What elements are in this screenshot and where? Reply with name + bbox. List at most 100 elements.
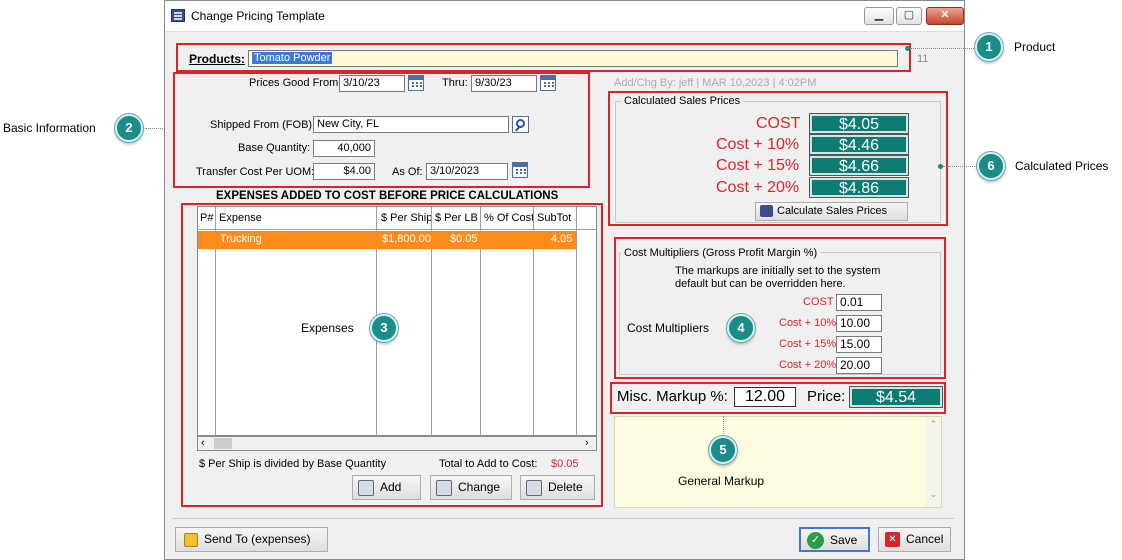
- shipped-from-label: Shipped From (FOB):: [210, 119, 316, 131]
- prices-good-from-input[interactable]: 3/10/23: [339, 75, 405, 92]
- cancel-icon: ✕: [885, 532, 900, 548]
- product-value: Tomato Powder: [252, 52, 333, 64]
- misc-markup-input[interactable]: 12.00: [734, 387, 796, 407]
- prices-good-from-label: Prices Good From:: [249, 77, 342, 89]
- change-button[interactable]: Change: [430, 475, 512, 500]
- col-header-subtot[interactable]: SubTot: [535, 207, 571, 229]
- row-subtot: 4.05: [551, 233, 573, 245]
- notes-area[interactable]: [614, 416, 942, 508]
- shipped-from-input[interactable]: New City, FL: [313, 116, 509, 133]
- mult-input-10[interactable]: 10.00: [836, 315, 882, 332]
- scroll-right-icon[interactable]: ›: [585, 437, 589, 449]
- edit-icon: [436, 479, 452, 496]
- add-button[interactable]: Add: [352, 475, 421, 500]
- callout-1-leader: [910, 48, 974, 49]
- add-label: Add: [380, 480, 402, 494]
- calc-value-cost: $4.05: [809, 113, 909, 134]
- minimize-button[interactable]: ▁: [864, 7, 894, 25]
- cost-multipliers-title: Cost Multipliers (Gross Profit Margin %): [621, 247, 821, 259]
- mult-input-20[interactable]: 20.00: [836, 357, 882, 374]
- title-bar: Change Pricing Template ▁ ▢ ✕: [165, 1, 964, 32]
- scroll-left-icon[interactable]: ‹: [201, 437, 205, 449]
- callout-label-cost-multipliers: Cost Multipliers: [627, 321, 710, 335]
- callout-3: 3: [370, 314, 398, 342]
- callout-6: 6: [977, 152, 1005, 180]
- expenses-heading: EXPENSES ADDED TO COST BEFORE PRICE CALC…: [216, 190, 559, 202]
- cancel-label: Cancel: [906, 532, 944, 546]
- app-icon: [171, 9, 185, 22]
- mult-label-10: Cost + 10%: [779, 317, 837, 329]
- callout-label-product: Product: [1014, 40, 1056, 54]
- mult-input-15[interactable]: 15.00: [836, 336, 882, 353]
- thru-label: Thru:: [442, 77, 468, 89]
- search-icon[interactable]: [512, 116, 529, 133]
- as-of-label: As Of:: [392, 166, 423, 178]
- scroll-thumb[interactable]: [214, 438, 232, 449]
- multipliers-note-1: The markups are initially set to the sys…: [675, 265, 881, 277]
- close-button[interactable]: ✕: [926, 7, 964, 25]
- thru-calendar-icon[interactable]: [540, 75, 556, 91]
- total-value: $0.05: [551, 458, 579, 470]
- col-header-expense[interactable]: Expense: [217, 207, 262, 229]
- calculate-label: Calculate Sales Prices: [777, 205, 888, 217]
- add-icon: [358, 479, 374, 496]
- send-icon: [184, 532, 198, 547]
- callout-6-leader: [943, 166, 977, 167]
- calc-value-10: $4.46: [809, 134, 909, 155]
- price-label: Price:: [807, 388, 846, 405]
- thru-input[interactable]: 9/30/23: [471, 75, 537, 92]
- calculator-icon: [760, 205, 773, 218]
- save-label: Save: [830, 533, 858, 547]
- expenses-horizontal-scrollbar[interactable]: ‹ ›: [197, 436, 597, 451]
- delete-button[interactable]: Delete: [520, 475, 595, 500]
- check-icon: ✓: [807, 532, 824, 550]
- send-to-label: Send To (expenses): [204, 532, 311, 546]
- col-header-per-ship[interactable]: $ Per Ship: [379, 207, 432, 229]
- price-value: $4.54: [849, 386, 943, 408]
- calc-label-cost: COST: [756, 115, 801, 132]
- col-header-per-lb[interactable]: $ Per LB: [433, 207, 478, 229]
- add-chg-info: Add/Chg By: jeff | MAR 10,2023 | 4:02PM: [614, 77, 817, 89]
- send-to-button[interactable]: Send To (expenses): [175, 527, 328, 552]
- transfer-cost-label: Transfer Cost Per UOM:: [196, 166, 315, 178]
- calculated-prices-title: Calculated Sales Prices: [621, 95, 744, 107]
- row-per-ship: $1,800.00: [382, 233, 431, 245]
- mult-label-15: Cost + 15%: [779, 338, 837, 350]
- callout-label-expenses: Expenses: [301, 321, 354, 335]
- col-header-p[interactable]: P#: [198, 207, 214, 229]
- products-label: Products:: [189, 52, 246, 66]
- base-quantity-label: Base Quantity:: [238, 142, 311, 154]
- mult-input-cost[interactable]: 0.01: [836, 294, 882, 311]
- callout-1: 1: [975, 33, 1003, 61]
- callout-label-general-markup: General Markup: [678, 474, 765, 488]
- calc-value-20: $4.86: [809, 177, 909, 198]
- transfer-cost-input[interactable]: $4.00: [313, 163, 375, 180]
- calc-label-20: Cost + 20%: [716, 179, 800, 196]
- delete-icon: [526, 479, 542, 496]
- calc-label-15: Cost + 15%: [716, 157, 800, 174]
- expenses-note: $ Per Ship is divided by Base Quantity: [199, 458, 387, 470]
- maximize-button[interactable]: ▢: [896, 7, 922, 25]
- as-of-input[interactable]: 3/10/2023: [426, 163, 508, 180]
- mult-label-cost: COST: [803, 296, 834, 308]
- base-quantity-input[interactable]: 40,000: [313, 140, 375, 157]
- save-button[interactable]: ✓ Save: [799, 527, 870, 552]
- window-title: Change Pricing Template: [191, 9, 325, 23]
- notes-scrollbar[interactable]: ⌃ ⌄: [926, 417, 941, 507]
- callout-2: 2: [115, 114, 143, 142]
- delete-label: Delete: [548, 480, 583, 494]
- misc-markup-label: Misc. Markup %:: [617, 388, 728, 405]
- calculate-sales-prices-button[interactable]: Calculate Sales Prices: [755, 202, 908, 221]
- col-header-pct-cost[interactable]: % Of Cost: [482, 207, 534, 229]
- as-of-calendar-icon[interactable]: [512, 162, 528, 178]
- product-count: 11: [917, 53, 929, 65]
- callout-5: 5: [709, 436, 737, 464]
- callout-label-calculated-prices: Calculated Prices: [1015, 159, 1109, 173]
- product-input[interactable]: Tomato Powder: [248, 50, 898, 67]
- expenses-grid[interactable]: P# Expense $ Per Ship $ Per LB % Of Cost…: [197, 206, 597, 436]
- callout-4: 4: [727, 314, 755, 342]
- table-row[interactable]: Trucking $1,800.00 $0.05 4.05: [198, 231, 576, 249]
- prices-good-from-calendar-icon[interactable]: [408, 75, 424, 91]
- cancel-button[interactable]: ✕ Cancel: [878, 527, 951, 552]
- grid-col-line: [576, 207, 577, 435]
